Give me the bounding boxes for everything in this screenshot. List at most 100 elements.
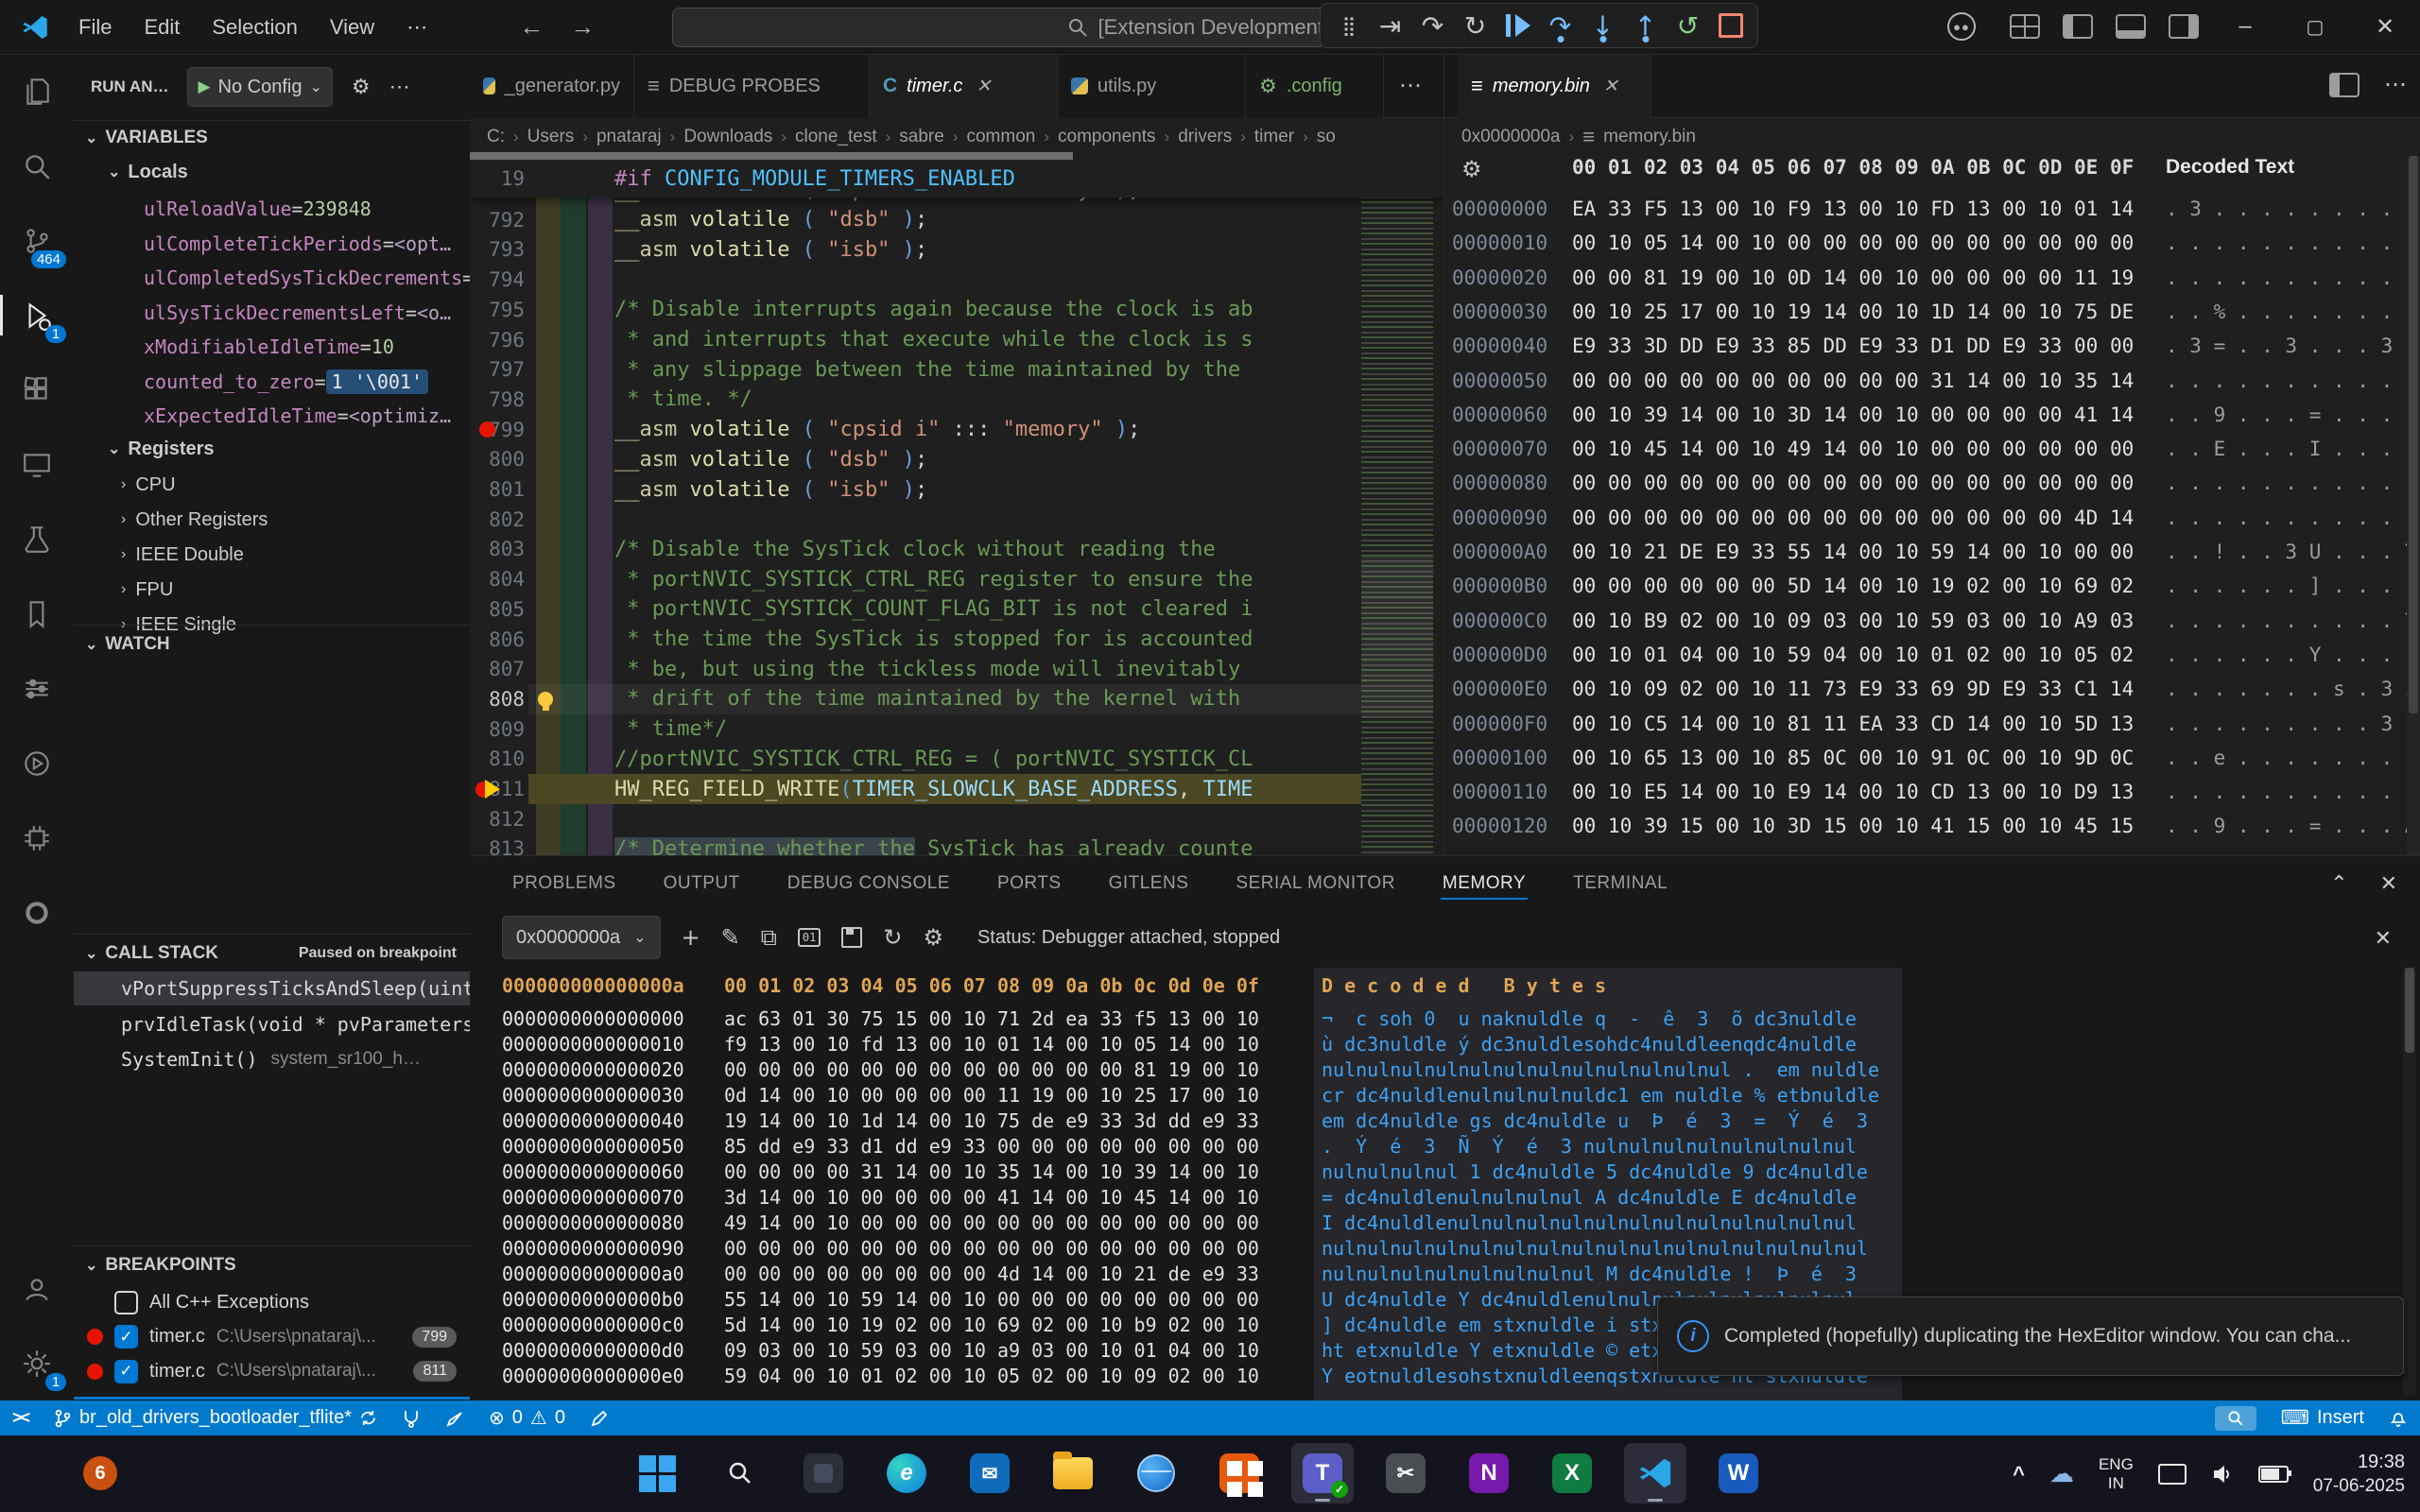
activity-tune-icon[interactable] [0,651,74,726]
onedrive-cloud-icon[interactable]: ☁ [2049,1459,2074,1488]
panel-tab-gitlens[interactable]: GITLENS [1107,860,1191,907]
continue-button[interactable] [1496,5,1539,46]
restart-button[interactable]: ↺ [1667,5,1709,46]
memory-row[interactable]: 000000000000004019 14 00 10 1d 14 00 10 … [470,1108,2420,1133]
activity-extensions-icon[interactable] [0,352,74,427]
back-button[interactable]: ← [506,12,557,42]
memory-row[interactable]: 000000000000009000 00 00 00 00 00 00 00 … [470,1235,2420,1261]
breadcrumb-item[interactable]: components [1058,127,1156,147]
clock[interactable]: 19:3807-06-2025 [2313,1451,2405,1498]
panel-tab-problems[interactable]: PROBLEMS [510,860,618,907]
breakpoint-checkbox[interactable]: ✓ [114,1360,138,1383]
code-line-797[interactable]: 797 * any slippage between the time main… [470,354,1443,385]
hex-row[interactable]: 0000001000 10 05 14 00 10 00 00 00 00 00… [1444,226,2420,260]
tab-.config[interactable]: ⚙.config [1246,54,1384,118]
onenote-icon[interactable]: N [1458,1443,1520,1503]
memory-row[interactable]: 00000000000000300d 14 00 10 00 00 00 00 … [470,1082,2420,1108]
code-line-807[interactable]: 807 * be, but using the tickless mode wi… [470,654,1443,684]
hex-row[interactable]: 0000012000 10 39 15 00 10 3D 15 00 10 41… [1444,809,2420,843]
hex-row[interactable]: 000000A000 10 21 DE E9 33 55 14 00 10 59… [1444,535,2420,569]
memory-row[interactable]: 00000000000000703d 14 00 10 00 00 00 00 … [470,1184,2420,1210]
copy-icon[interactable]: ⧉ [761,924,777,951]
activity-jupyter-icon[interactable] [0,875,74,950]
vscode-taskbar-icon[interactable] [1624,1443,1686,1503]
add-address-icon[interactable]: + [682,924,700,951]
stop-button[interactable] [1709,5,1752,46]
breakpoint-checkbox[interactable]: ✓ [114,1325,138,1349]
breadcrumb-item[interactable]: C: [487,127,505,147]
breadcrumb-item[interactable]: pnataraj [596,127,662,147]
editor-actions-more-icon[interactable]: ⋯ [2384,71,2407,98]
memory-row[interactable]: 0000000000000000ac 63 01 30 75 15 00 10 … [470,1005,2420,1031]
toggle-sidebar-icon[interactable] [2063,14,2093,39]
code-line-801[interactable]: 801__asm volatile ( "isb" ); [470,474,1443,505]
battery-icon[interactable] [2258,1466,2289,1483]
variable-row[interactable]: ulSysTickDecrementsLeft = <o… [74,296,470,330]
taskbar-search-icon[interactable] [709,1443,771,1503]
close-tab-icon[interactable]: ✕ [1603,76,1618,97]
breakpoint-row[interactable]: ✓timer.cC:\Users\pnataraj\...811 [74,1354,470,1388]
activity-accounts-icon[interactable] [0,1251,74,1326]
variable-row[interactable]: ulReloadValue = 239848 [74,192,470,226]
hex-settings-gear-icon[interactable]: ⚙ [1461,156,1482,183]
customize-layout-icon[interactable] [2010,14,2040,39]
breadcrumb-item[interactable]: drivers [1178,127,1232,147]
code-line-809[interactable]: 809 * time*/ [470,714,1443,745]
callstack-frame[interactable]: prvIdleTask(void * pvParameters [74,1007,470,1041]
register-group-cpu[interactable]: ›CPU [74,468,470,502]
register-group-ieee-double[interactable]: ›IEEE Double [74,538,470,572]
code-line-805[interactable]: 805 * portNVIC_SYSTICK_COUNT_FLAG_BIT is… [470,594,1443,625]
tabs-overflow-icon[interactable]: ⋯ [1384,54,1437,117]
panel-tab-ports[interactable]: PORTS [995,860,1063,907]
menu-overflow[interactable]: ⋯ [390,15,443,40]
hex-row[interactable]: 000000E000 10 09 02 00 10 11 73 E9 33 69… [1444,672,2420,706]
menu-file[interactable]: File [62,15,128,40]
memory-row[interactable]: 000000000000002000 00 00 00 00 00 00 00 … [470,1057,2420,1082]
debug-more-icon[interactable]: ⋯ [389,75,410,99]
close-tab-icon[interactable]: ✕ [976,76,991,97]
watch-section-header[interactable]: ⌄WATCH [74,628,470,661]
hex-row[interactable]: 0000007000 10 45 14 00 10 49 14 00 10 00… [1444,432,2420,466]
panel-tab-terminal[interactable]: TERMINAL [1571,860,1669,907]
step-over-button[interactable]: ↷ [1539,5,1582,46]
variable-row[interactable]: ulCompletedSysTickDecrements = [74,261,470,295]
word-icon[interactable]: W [1707,1443,1770,1503]
teams-icon[interactable]: T✓ [1291,1443,1354,1503]
start-button[interactable] [626,1443,688,1503]
command-center[interactable]: [Extension Development [672,8,1326,47]
problems-item[interactable]: ⊗0 ⚠0 [476,1400,578,1435]
edit-icon[interactable]: ✎ [721,924,740,951]
activity-remote-explorer-icon[interactable] [0,427,74,502]
activity-search-icon[interactable] [0,129,74,203]
breadcrumb-item[interactable]: sabre [899,127,944,147]
breadcrumb-item[interactable]: Downloads [683,127,772,147]
breakpoint-glyph[interactable] [479,421,495,438]
code-line-802[interactable]: 802 [470,505,1443,535]
horizontal-scrollbar[interactable] [470,152,1073,160]
code-line-804[interactable]: 804 * portNVIC_SYSTICK_CTRL_REG register… [470,564,1443,594]
register-group-fpu[interactable]: ›FPU [74,573,470,607]
goto-target-button[interactable]: ↷ [1411,5,1454,46]
memory-row[interactable]: 000000000000008049 14 00 10 00 00 00 00 … [470,1210,2420,1235]
code-line-812[interactable]: 812 [470,804,1443,834]
variable-row[interactable]: xModifiableIdleTime = 10 [74,330,470,364]
toggle-secondary-sidebar-icon[interactable] [2169,14,2199,39]
breakpoint-row[interactable]: ✓timer.cC:\Users\pnataraj\...799 [74,1320,470,1354]
search-chip[interactable] [2215,1406,2256,1431]
breadcrumb-item[interactable]: timer [1254,127,1294,147]
refresh-icon[interactable]: ↻ [883,924,902,951]
memory-view-close-icon[interactable]: ✕ [2375,926,2392,951]
excel-icon[interactable]: X [1541,1443,1603,1503]
cast-icon[interactable] [2158,1464,2187,1485]
activity-manage-icon[interactable]: 1 [0,1326,74,1400]
memory-address-dropdown[interactable]: 0x0000000a⌄ [502,916,661,959]
memory-scrollbar[interactable] [2403,968,2416,1395]
code-line-796[interactable]: 796 * and interrupts that execute while … [470,325,1443,355]
code-line-799[interactable]: 799__asm volatile ( "cpsid i" ::: "memor… [470,415,1443,445]
variable-row[interactable]: counted_to_zero = 1 '\001' [74,365,470,399]
register-group-other-registers[interactable]: ›Other Registers [74,503,470,537]
minimize-button[interactable]: – [2210,0,2280,53]
panel-tab-memory[interactable]: MEMORY [1441,860,1528,907]
hex-row[interactable]: 0000008000 00 00 00 00 00 00 00 00 00 00… [1444,466,2420,500]
insert-mode-item[interactable]: ⌨ Insert [2269,1400,2377,1435]
